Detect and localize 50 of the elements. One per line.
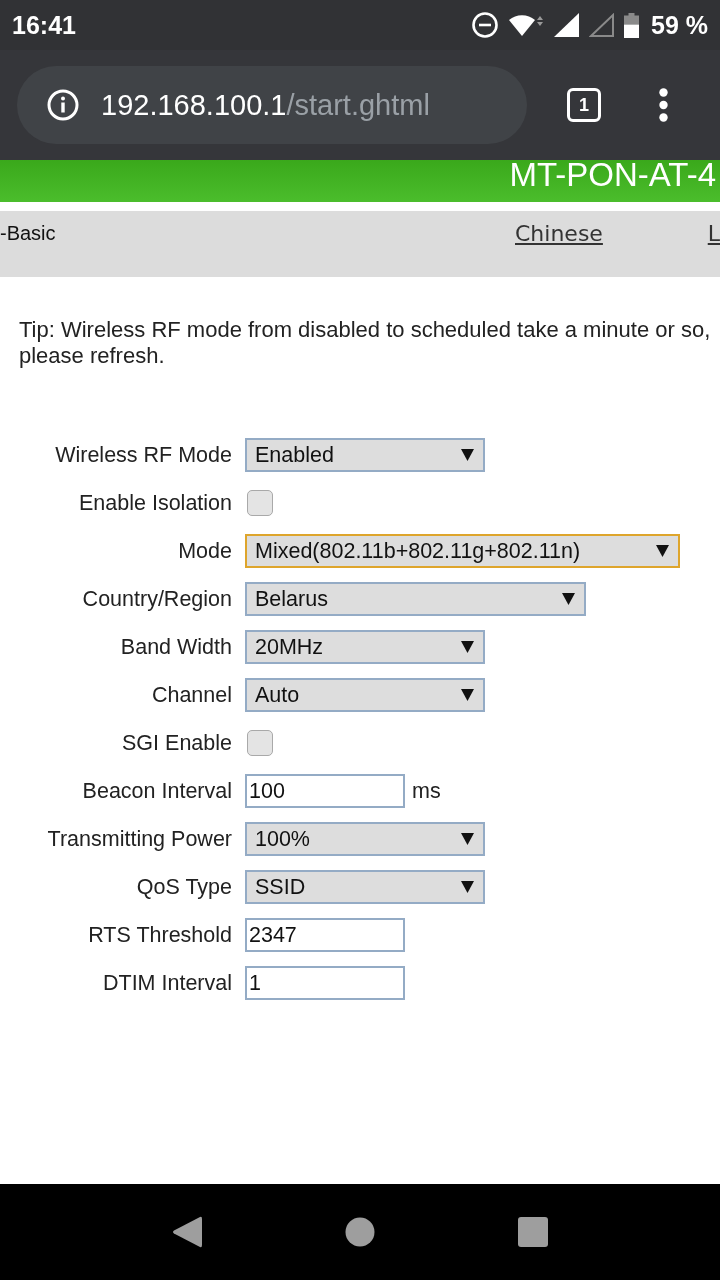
dropdown[interactable]: 20MHz xyxy=(245,630,485,664)
wifi-icon xyxy=(508,13,544,37)
field-label: Band Width xyxy=(119,634,232,660)
caret-icon xyxy=(461,833,474,845)
input-field[interactable]: 2347 xyxy=(245,918,405,952)
dropdown[interactable]: 100% xyxy=(245,822,485,856)
caret-icon xyxy=(656,545,669,557)
field-label: DTIM Interval xyxy=(101,970,232,996)
home-icon[interactable] xyxy=(345,1217,375,1247)
battery-icon xyxy=(624,12,639,38)
caret-icon xyxy=(461,449,474,461)
language-link[interactable]: L xyxy=(707,221,720,247)
minus-circle-icon xyxy=(472,12,498,38)
field-label: Mode xyxy=(177,538,232,564)
more-menu-icon[interactable] xyxy=(659,88,668,122)
tab-switcher-button[interactable]: 1 xyxy=(567,88,601,122)
input-field[interactable]: 1 xyxy=(245,966,405,1000)
field-label: Enable Isolation xyxy=(78,490,232,516)
battery-percent: 59 % xyxy=(651,10,708,40)
status-time: 16:41 xyxy=(12,10,76,40)
unit-label: ms xyxy=(412,778,441,804)
input-field[interactable]: 100 xyxy=(245,774,405,808)
field-label: Channel xyxy=(150,682,232,708)
field-label: QoS Type xyxy=(135,874,232,900)
dropdown[interactable]: Enabled xyxy=(245,438,485,472)
field-label: Country/Region xyxy=(81,586,232,612)
caret-icon xyxy=(562,593,575,605)
address-bar[interactable]: 192.168.100.1/start.ghtml xyxy=(17,66,527,144)
field-label: Beacon Interval xyxy=(81,778,232,804)
dropdown[interactable]: SSID xyxy=(245,870,485,904)
field-label: SGI Enable xyxy=(121,730,232,756)
checkbox[interactable] xyxy=(247,490,273,516)
field-label: Wireless RF Mode xyxy=(54,442,232,468)
caret-icon xyxy=(461,641,474,653)
language-link[interactable]: Chinese xyxy=(515,221,603,247)
field-label: RTS Threshold xyxy=(87,922,232,948)
tip-text: Tip: Wireless RF mode from disabled to scheduled take a minute or so, please refresh. xyxy=(19,317,711,369)
info-icon[interactable] xyxy=(47,89,79,121)
device-title: MT-PON-AT-4 xyxy=(509,160,716,195)
dropdown[interactable]: Belarus xyxy=(245,582,586,616)
field-label: Transmitting Power xyxy=(46,826,232,852)
caret-icon xyxy=(461,689,474,701)
dropdown[interactable]: Mixed(802.11b+802.11g+802.11n) xyxy=(245,534,680,568)
checkbox[interactable] xyxy=(247,730,273,756)
breadcrumb-text: -Basic xyxy=(0,221,57,245)
back-icon[interactable] xyxy=(172,1216,202,1248)
signal-icon xyxy=(554,13,579,37)
caret-icon xyxy=(461,881,474,893)
signal-outline-icon xyxy=(589,13,614,37)
dropdown[interactable]: Auto xyxy=(245,678,485,712)
